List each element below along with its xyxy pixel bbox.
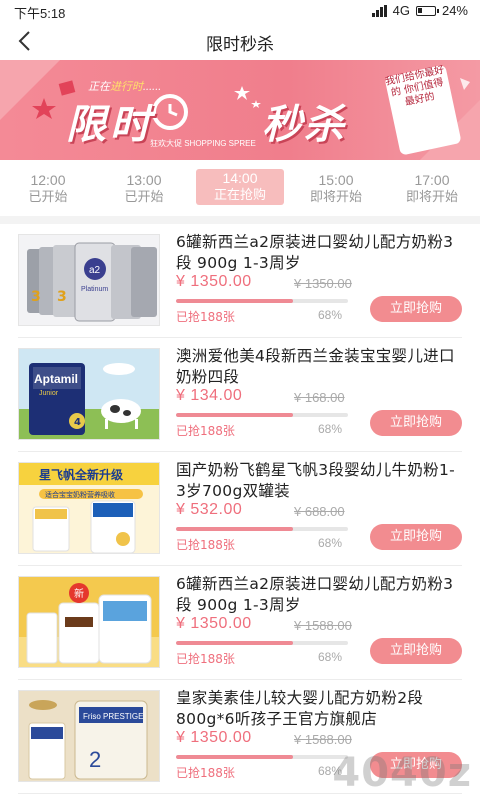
sold-percent: 68% — [318, 422, 343, 436]
tab-1400[interactable]: 14:00 正在抢购 — [192, 166, 288, 214]
product-title[interactable]: 皇家美素佳儿较大婴儿配方奶粉2段800g*6听孩子王官方旗舰店 — [176, 688, 462, 730]
tab-1300[interactable]: 13:00 已开始 — [96, 166, 192, 214]
image-sublabel: Platinum — [81, 286, 108, 293]
svg-text:3: 3 — [31, 289, 41, 305]
progress-bar — [176, 641, 348, 645]
battery-icon — [415, 5, 439, 16]
milk-set-image: 新 — [19, 577, 159, 667]
signal-icon — [371, 4, 387, 17]
original-price: ¥ 1588.00 — [294, 618, 352, 633]
progress-bar — [176, 755, 348, 759]
banner-headline-left: 限时 — [66, 102, 154, 148]
product-image[interactable]: 星飞帆全新升级 适合宝宝奶粉营养吸收 — [18, 462, 160, 554]
progress-bar — [176, 299, 348, 303]
watermark: 4040z — [332, 750, 472, 796]
product-list: a2 Platinum 3 3 6罐新西兰a2原装进口婴幼儿配方奶粉3段 900… — [0, 224, 480, 794]
image-label: 星飞帆全新升级 — [39, 467, 123, 482]
product-item[interactable]: a2 Platinum 3 3 6罐新西兰a2原装进口婴幼儿配方奶粉3段 900… — [18, 224, 462, 338]
tab-1500[interactable]: 15:00 即将开始 — [288, 166, 384, 214]
milk-can-image: a2 Platinum 3 3 — [19, 235, 159, 325]
tab-status: 正在抢购 — [213, 188, 266, 203]
sold-percent: 68% — [318, 650, 343, 664]
time-slot-tabs: 12:00 已开始 13:00 已开始 14:00 正在抢购 15:00 即将开始 17… — [0, 166, 480, 214]
banner-tagline: 狂欢大促 SHOPPING SPREE — [150, 139, 256, 148]
tab-1200[interactable]: 12:00 已开始 — [0, 166, 96, 214]
buy-now-button[interactable]: 立即抢购 — [370, 638, 462, 664]
progress-fill — [176, 299, 293, 303]
image-label: a2 — [89, 265, 101, 276]
page-title: 限时秒杀 — [206, 35, 274, 54]
image-badge: 新 — [74, 587, 84, 600]
product-title[interactable]: 6罐新西兰a2原装进口婴幼儿配方奶粉3段 900g 1-3周岁 — [176, 574, 462, 616]
sold-count: 已抢188张 — [176, 310, 235, 324]
product-item[interactable]: 星飞帆全新升级 适合宝宝奶粉营养吸收 国产奶粉飞鹤星飞帆3段婴幼儿牛奶粉1-3岁… — [18, 452, 462, 566]
product-image[interactable]: 新 — [18, 576, 160, 668]
image-label: Aptamil — [34, 372, 78, 386]
status-bar: 下午5:18 4G 24% — [0, 0, 480, 22]
buy-now-button[interactable]: 立即抢购 — [370, 524, 462, 550]
sale-price: ¥ 532.00 — [176, 501, 243, 518]
progress-fill — [176, 641, 293, 645]
battery-fill — [417, 7, 422, 13]
progress-fill — [176, 755, 293, 759]
original-price: ¥ 688.00 — [294, 504, 345, 519]
aptamil-image: Aptamil Junior 4 — [19, 349, 159, 439]
image-number: 2 — [89, 747, 101, 772]
original-price: ¥ 168.00 — [294, 390, 345, 405]
sold-count: 已抢188张 — [176, 652, 235, 666]
sold-percent: 68% — [318, 308, 343, 322]
image-sublabel: Junior — [39, 390, 59, 397]
product-title[interactable]: 6罐新西兰a2原装进口婴幼儿配方奶粉3段 900g 1-3周岁 — [176, 232, 462, 274]
tab-status: 即将开始 — [309, 190, 362, 205]
original-price: ¥ 1588.00 — [294, 732, 352, 747]
sold-count: 已抢188张 — [176, 538, 235, 552]
header: 限时秒杀 — [0, 22, 480, 60]
sold-count: 已抢188张 — [176, 766, 235, 780]
sale-price: ¥ 1350.00 — [176, 615, 252, 632]
progress-bar — [176, 527, 348, 531]
original-price: ¥ 1350.00 — [294, 276, 352, 291]
progress-fill — [176, 527, 293, 531]
tab-time: 15:00 — [318, 172, 354, 188]
feihe-image: 星飞帆全新升级 适合宝宝奶粉营养吸收 — [19, 463, 159, 553]
svg-text:3: 3 — [57, 289, 67, 305]
tab-time: 13:00 — [126, 172, 162, 188]
progress-fill — [176, 413, 293, 417]
tab-time: 17:00 — [414, 172, 450, 188]
image-number: 4 — [74, 417, 81, 428]
tab-1700[interactable]: 17:00 即将开始 — [384, 166, 480, 214]
image-sublabel: 适合宝宝奶粉营养吸收 — [45, 490, 115, 499]
progress-bar — [176, 413, 348, 417]
tab-time: 14:00 — [222, 170, 258, 186]
sale-price: ¥ 134.00 — [176, 387, 243, 404]
tab-time: 12:00 — [30, 172, 66, 188]
sale-price: ¥ 1350.00 — [176, 273, 252, 290]
battery-percent: 24% — [441, 3, 468, 18]
banner-headline-right: 秒杀 — [262, 102, 346, 148]
status-indicators: 4G 24% — [371, 3, 468, 18]
product-title[interactable]: 澳洲爱他美4段新西兰金装宝宝婴儿进口奶粉四段 — [176, 346, 462, 388]
buy-now-button[interactable]: 立即抢购 — [370, 296, 462, 322]
product-image[interactable]: a2 Platinum 3 3 — [18, 234, 160, 326]
status-time: 下午5:18 — [14, 6, 66, 21]
image-label: Friso PRESTIGE — [83, 712, 143, 721]
product-item[interactable]: 新 6罐新西兰a2原装进口婴幼儿配方奶粉3段 900g 1-3周岁 ¥ 1350… — [18, 566, 462, 680]
divider — [0, 216, 480, 224]
product-image[interactable]: Aptamil Junior 4 — [18, 348, 160, 440]
flash-sale-banner: 正在进行时...... 限时 秒杀 狂欢大促 SHOPPING SPREE 我们… — [0, 60, 480, 160]
sale-price: ¥ 1350.00 — [176, 729, 252, 746]
sold-count: 已抢188张 — [176, 424, 235, 438]
friso-image: Friso PRESTIGE 2 — [19, 691, 159, 781]
buy-now-button[interactable]: 立即抢购 — [370, 410, 462, 436]
tab-status: 即将开始 — [405, 190, 458, 205]
network-type: 4G — [392, 3, 410, 18]
tab-status: 已开始 — [28, 190, 68, 205]
sold-percent: 68% — [318, 536, 343, 550]
product-image[interactable]: Friso PRESTIGE 2 — [18, 690, 160, 782]
product-item[interactable]: Aptamil Junior 4 澳洲爱他美4段新西兰金装宝宝婴儿进口奶粉四段 … — [18, 338, 462, 452]
tab-status: 已开始 — [124, 190, 164, 205]
product-title[interactable]: 国产奶粉飞鹤星飞帆3段婴幼儿牛奶粉1-3岁700g双罐装 — [176, 460, 462, 502]
